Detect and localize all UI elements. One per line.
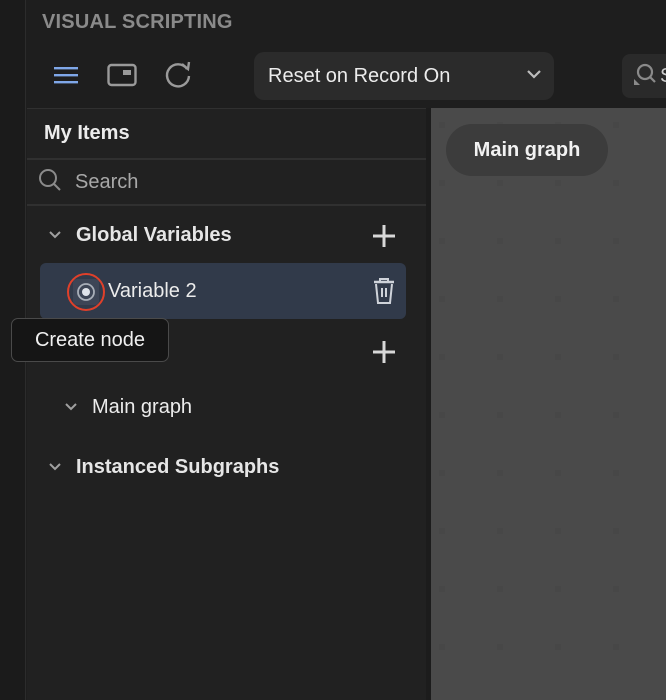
- graph-canvas[interactable]: [431, 108, 666, 700]
- reset-mode-dropdown[interactable]: Reset on Record On: [254, 52, 554, 100]
- grid-dot: [439, 354, 445, 360]
- grid-dot: [497, 296, 503, 302]
- grid-dot: [613, 180, 619, 186]
- grid-dot: [613, 470, 619, 476]
- grid-dot: [439, 296, 445, 302]
- grid-dot: [555, 238, 561, 244]
- grid-dot: [613, 296, 619, 302]
- grid-dot: [439, 412, 445, 418]
- grid-dot: [439, 122, 445, 128]
- add-graph-button[interactable]: [371, 339, 397, 365]
- variable-label: Variable 2: [108, 279, 197, 302]
- section-global-variables[interactable]: Global Variables: [27, 215, 427, 255]
- add-variable-button[interactable]: [371, 223, 397, 249]
- section-label: Instanced Subgraphs: [76, 455, 280, 478]
- grid-dot: [497, 412, 503, 418]
- grid-dot: [555, 354, 561, 360]
- my-items-panel: My Items Global Variables Variable 2: [27, 108, 427, 700]
- grid-dot: [555, 296, 561, 302]
- grid-dot: [555, 180, 561, 186]
- picture-in-picture-icon: [107, 63, 137, 87]
- create-node-button[interactable]: [67, 273, 105, 311]
- grid-dot: [439, 180, 445, 186]
- graph-item-main[interactable]: Main graph: [27, 387, 427, 427]
- radio-target-icon: [73, 279, 99, 305]
- canvas-search-field[interactable]: S: [622, 54, 666, 98]
- create-node-tooltip: Create node: [11, 318, 169, 362]
- section-label: Global Variables: [76, 223, 232, 246]
- plus-icon: [373, 341, 395, 363]
- grid-dot: [497, 470, 503, 476]
- grid-dot: [497, 180, 503, 186]
- variable-row-selected[interactable]: Variable 2: [40, 263, 406, 319]
- picture-in-picture-button[interactable]: [107, 60, 137, 90]
- grid-dot: [555, 586, 561, 592]
- grid-dot: [613, 586, 619, 592]
- chevron-down-icon: [63, 399, 79, 415]
- chevron-down-icon: [526, 67, 542, 85]
- search-icon: [37, 167, 63, 198]
- grid-dot: [497, 354, 503, 360]
- grid-dot: [613, 122, 619, 128]
- current-graph-pill[interactable]: Main graph: [446, 124, 608, 176]
- grid-dot: [439, 586, 445, 592]
- sidebar-search-input[interactable]: [75, 170, 375, 194]
- grid-dot: [439, 528, 445, 534]
- grid-dot: [555, 528, 561, 534]
- grid-dot: [497, 586, 503, 592]
- delete-variable-button[interactable]: [372, 277, 396, 310]
- refresh-icon: [163, 60, 193, 90]
- graph-label: Main graph: [92, 395, 193, 418]
- grid-dot: [555, 470, 561, 476]
- canvas-search-placeholder: S: [660, 65, 666, 88]
- my-items-header: My Items: [27, 109, 426, 160]
- reset-mode-value: Reset on Record On: [268, 64, 451, 87]
- menu-icon: [53, 65, 79, 85]
- grid-dot: [497, 528, 503, 534]
- grid-dot: [613, 644, 619, 650]
- canvas-grid: [439, 122, 619, 650]
- grid-dot: [439, 238, 445, 244]
- chevron-down-icon: [47, 459, 63, 475]
- menu-button[interactable]: [51, 60, 81, 90]
- grid-dot: [439, 644, 445, 650]
- plus-icon: [373, 225, 395, 247]
- grid-dot: [555, 644, 561, 650]
- grid-dot: [497, 238, 503, 244]
- panel-title: VISUAL SCRIPTING: [42, 11, 233, 33]
- section-instanced-subgraphs[interactable]: Instanced Subgraphs: [27, 447, 427, 487]
- grid-dot: [613, 412, 619, 418]
- grid-dot: [613, 238, 619, 244]
- grid-dot: [613, 354, 619, 360]
- grid-dot: [555, 412, 561, 418]
- grid-dot: [439, 470, 445, 476]
- trash-icon: [374, 278, 394, 304]
- search-icon: [632, 61, 658, 92]
- grid-dot: [497, 644, 503, 650]
- sidebar-search[interactable]: [27, 160, 426, 206]
- refresh-button[interactable]: [163, 60, 193, 90]
- grid-dot: [613, 528, 619, 534]
- chevron-down-icon: [47, 227, 63, 243]
